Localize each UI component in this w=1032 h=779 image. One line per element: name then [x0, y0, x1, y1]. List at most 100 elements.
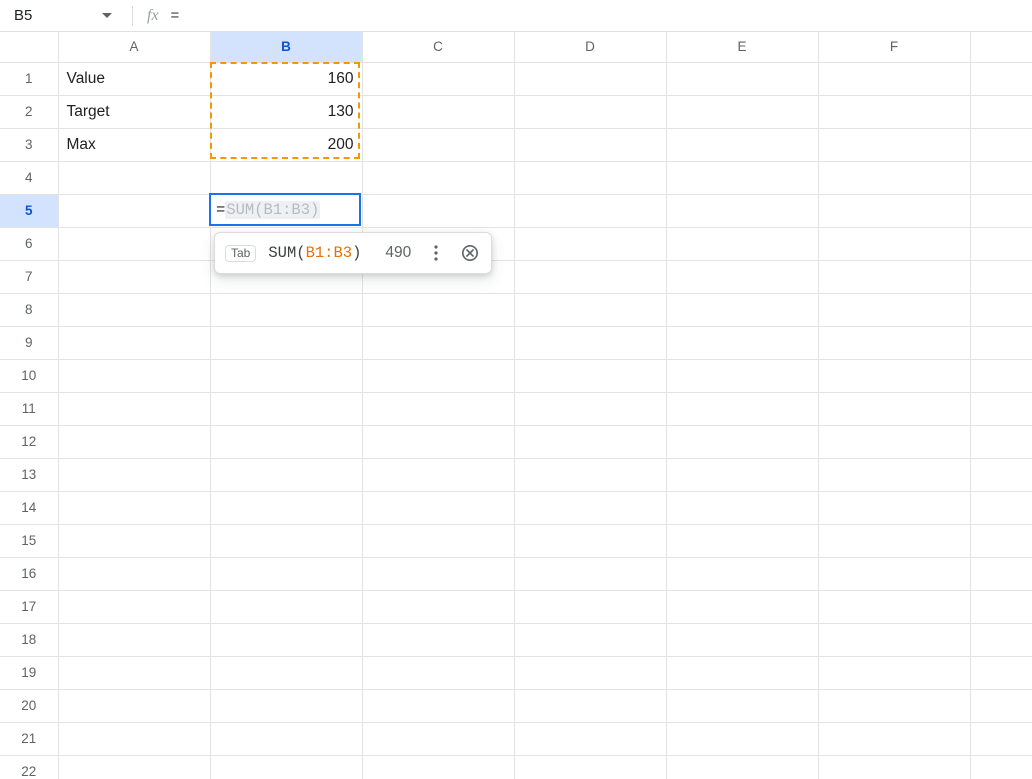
cell-A13[interactable] — [58, 458, 210, 491]
cell-D13[interactable] — [514, 458, 666, 491]
row-header-4[interactable]: 4 — [0, 161, 58, 194]
cell-A14[interactable] — [58, 491, 210, 524]
cell-F18[interactable] — [818, 623, 970, 656]
cell-A11[interactable] — [58, 392, 210, 425]
row-header-7[interactable]: 7 — [0, 260, 58, 293]
column-header-C[interactable]: C — [362, 32, 514, 62]
cell-A12[interactable] — [58, 425, 210, 458]
cell-F3[interactable] — [818, 128, 970, 161]
cell-A19[interactable] — [58, 656, 210, 689]
row-header-2[interactable]: 2 — [0, 95, 58, 128]
cell-D17[interactable] — [514, 590, 666, 623]
cell-D12[interactable] — [514, 425, 666, 458]
cell-E9[interactable] — [666, 326, 818, 359]
cell-D4[interactable] — [514, 161, 666, 194]
cell-A10[interactable] — [58, 359, 210, 392]
row-header-11[interactable]: 11 — [0, 392, 58, 425]
row-header-21[interactable]: 21 — [0, 722, 58, 755]
close-icon[interactable] — [459, 242, 481, 264]
cell-B17[interactable] — [210, 590, 362, 623]
cell-B10[interactable] — [210, 359, 362, 392]
cell-C13[interactable] — [362, 458, 514, 491]
cell-D15[interactable] — [514, 524, 666, 557]
column-header-E[interactable]: E — [666, 32, 818, 62]
cell-overflow[interactable] — [970, 623, 1032, 656]
cell-C4[interactable] — [362, 161, 514, 194]
cell-B13[interactable] — [210, 458, 362, 491]
cell-E5[interactable] — [666, 194, 818, 227]
suggestion-formula[interactable]: SUM(B1:B3) — [268, 244, 361, 262]
cell-D9[interactable] — [514, 326, 666, 359]
cell-C2[interactable] — [362, 95, 514, 128]
row-header-15[interactable]: 15 — [0, 524, 58, 557]
cell-A16[interactable] — [58, 557, 210, 590]
cell-D16[interactable] — [514, 557, 666, 590]
cell-B21[interactable] — [210, 722, 362, 755]
row-header-20[interactable]: 20 — [0, 689, 58, 722]
cell-E8[interactable] — [666, 293, 818, 326]
cell-overflow[interactable] — [970, 293, 1032, 326]
cell-E17[interactable] — [666, 590, 818, 623]
cell-F13[interactable] — [818, 458, 970, 491]
cell-A17[interactable] — [58, 590, 210, 623]
cell-A9[interactable] — [58, 326, 210, 359]
cell-B4[interactable] — [210, 161, 362, 194]
cell-E18[interactable] — [666, 623, 818, 656]
cell-B20[interactable] — [210, 689, 362, 722]
cell-overflow[interactable] — [970, 590, 1032, 623]
cell-B16[interactable] — [210, 557, 362, 590]
cell-E20[interactable] — [666, 689, 818, 722]
cell-D18[interactable] — [514, 623, 666, 656]
row-header-1[interactable]: 1 — [0, 62, 58, 95]
cell-F20[interactable] — [818, 689, 970, 722]
column-header-F[interactable]: F — [818, 32, 970, 62]
cell-overflow[interactable] — [970, 557, 1032, 590]
cell-F14[interactable] — [818, 491, 970, 524]
cell-overflow[interactable] — [970, 359, 1032, 392]
cell-overflow[interactable] — [970, 194, 1032, 227]
cell-editor[interactable]: =SUM(B1:B3) — [209, 193, 361, 226]
cell-F2[interactable] — [818, 95, 970, 128]
cell-D2[interactable] — [514, 95, 666, 128]
cell-overflow[interactable] — [970, 491, 1032, 524]
cell-D7[interactable] — [514, 260, 666, 293]
cell-C20[interactable] — [362, 689, 514, 722]
cell-C11[interactable] — [362, 392, 514, 425]
cell-B1[interactable]: 160 — [210, 62, 362, 95]
cell-E13[interactable] — [666, 458, 818, 491]
cell-F21[interactable] — [818, 722, 970, 755]
cell-B8[interactable] — [210, 293, 362, 326]
row-header-18[interactable]: 18 — [0, 623, 58, 656]
cell-C5[interactable] — [362, 194, 514, 227]
cell-F10[interactable] — [818, 359, 970, 392]
cell-E22[interactable] — [666, 755, 818, 779]
row-header-14[interactable]: 14 — [0, 491, 58, 524]
cell-A15[interactable] — [58, 524, 210, 557]
cell-B3[interactable]: 200 — [210, 128, 362, 161]
cell-overflow[interactable] — [970, 425, 1032, 458]
cell-D11[interactable] — [514, 392, 666, 425]
cell-E6[interactable] — [666, 227, 818, 260]
cell-D21[interactable] — [514, 722, 666, 755]
cell-A3[interactable]: Max — [58, 128, 210, 161]
cell-F19[interactable] — [818, 656, 970, 689]
cell-F17[interactable] — [818, 590, 970, 623]
cell-A22[interactable] — [58, 755, 210, 779]
cell-F1[interactable] — [818, 62, 970, 95]
cell-D3[interactable] — [514, 128, 666, 161]
cell-overflow[interactable] — [970, 326, 1032, 359]
cell-B19[interactable] — [210, 656, 362, 689]
cell-C14[interactable] — [362, 491, 514, 524]
cell-F16[interactable] — [818, 557, 970, 590]
select-all-corner[interactable] — [0, 32, 58, 62]
cell-D6[interactable] — [514, 227, 666, 260]
cell-E2[interactable] — [666, 95, 818, 128]
cell-A1[interactable]: Value — [58, 62, 210, 95]
row-header-10[interactable]: 10 — [0, 359, 58, 392]
cell-F4[interactable] — [818, 161, 970, 194]
cell-F5[interactable] — [818, 194, 970, 227]
cell-A2[interactable]: Target — [58, 95, 210, 128]
cell-F6[interactable] — [818, 227, 970, 260]
cell-overflow[interactable] — [970, 458, 1032, 491]
cell-C21[interactable] — [362, 722, 514, 755]
